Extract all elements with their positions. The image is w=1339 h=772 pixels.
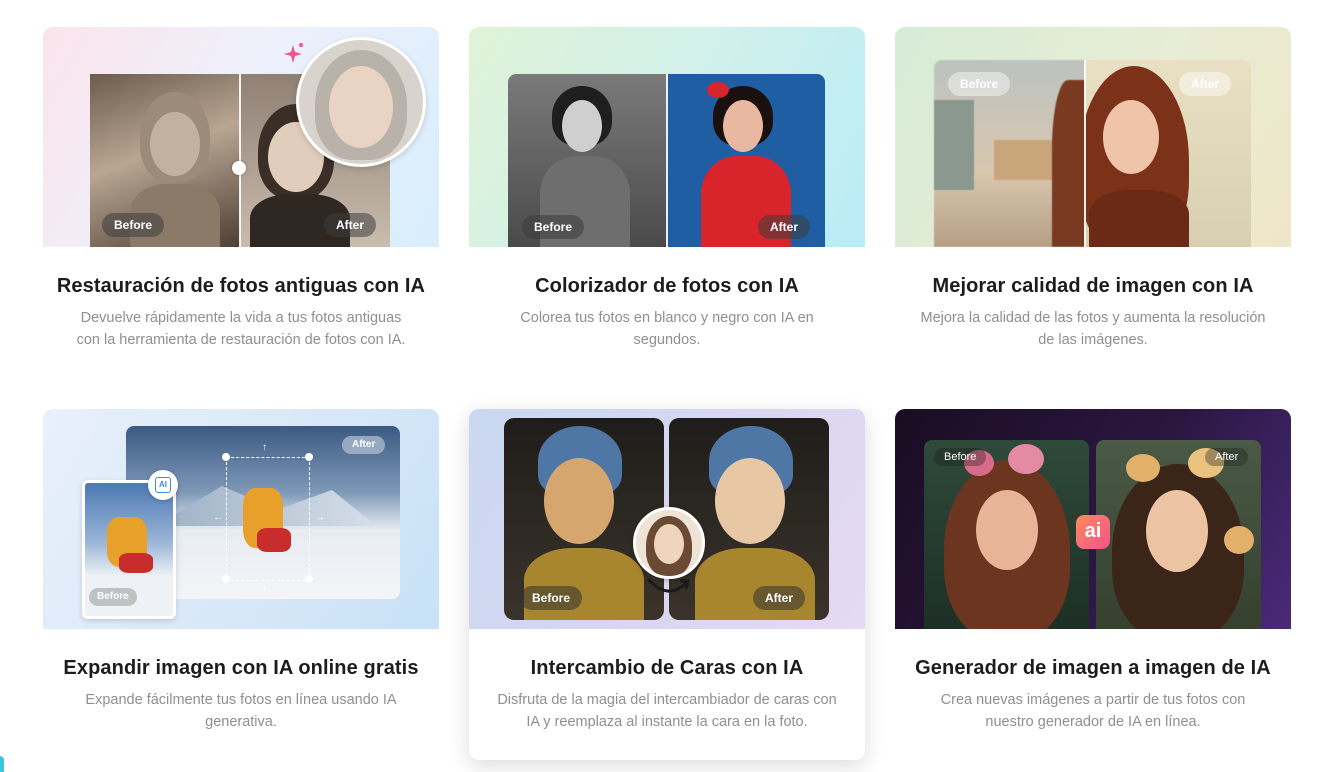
ai-badge-icon: ai xyxy=(1076,515,1110,549)
tool-card-photo-colorizer[interactable]: Before After Colorizador de fotos con IA… xyxy=(469,27,865,367)
card-description: Devuelve rápidamente la vida a tus fotos… xyxy=(76,310,406,348)
real-photo-before xyxy=(924,440,1089,629)
compare-divider[interactable] xyxy=(1084,60,1086,247)
after-label: After xyxy=(758,215,811,239)
card-description: Disfruta de la magia del intercambiador … xyxy=(497,692,837,730)
ai-expand-icon: AI xyxy=(148,470,178,500)
image-to-image-preview: ai Before After xyxy=(895,409,1291,629)
enhancer-preview-image: Before After xyxy=(895,27,1291,247)
card-title: Colorizador de fotos con IA xyxy=(535,275,799,297)
card-title: Generador de imagen a imagen de IA xyxy=(915,657,1271,679)
generated-art-after xyxy=(1096,440,1261,629)
after-label: After xyxy=(753,586,806,610)
before-label: Before xyxy=(102,213,165,237)
before-label: Before xyxy=(89,588,137,606)
tool-card-image-enhancer[interactable]: Before After Mejorar calidad de imagen c… xyxy=(895,27,1291,367)
card-description: Crea nuevas imágenes a partir de tus fot… xyxy=(940,692,1246,730)
card-title: Restauración de fotos antiguas con IA xyxy=(56,275,426,297)
arrow-right-icon: → xyxy=(315,512,325,523)
source-face-circle xyxy=(633,507,705,579)
tool-card-image-to-image[interactable]: ai Before After Generador de imagen a im… xyxy=(895,409,1291,749)
card-title: Mejorar calidad de imagen con IA xyxy=(932,275,1254,297)
page-edge-accent xyxy=(0,756,4,772)
card-description: Expande fácilmente tus fotos en línea us… xyxy=(85,692,397,730)
face-swap-preview-image: Before After xyxy=(469,409,865,629)
card-description: Mejora la calidad de las fotos y aumenta… xyxy=(920,310,1266,348)
restoration-preview-image: Before After xyxy=(43,27,439,247)
zoom-portrait-circle xyxy=(296,37,426,167)
colorizer-preview-image: Before After xyxy=(469,27,865,247)
compare-divider[interactable] xyxy=(666,74,668,247)
tool-card-photo-restoration[interactable]: Before After Restauración de fotos antig… xyxy=(43,27,439,367)
compare-handle[interactable] xyxy=(232,161,246,175)
selection-frame[interactable] xyxy=(226,457,310,581)
arrow-up-icon: ↑ xyxy=(262,442,267,453)
after-label: After xyxy=(324,213,377,237)
tool-card-image-expander[interactable]: ↑ ↓ ← → AI After Before Expandir imagen … xyxy=(43,409,439,749)
card-description: Colorea tus fotos en blanco y negro con … xyxy=(520,310,814,348)
sparkle-icon xyxy=(284,43,303,63)
tool-card-face-swap[interactable]: Before After Intercambio de Caras con IA… xyxy=(469,409,865,760)
after-label: After xyxy=(1205,448,1249,466)
arrow-left-icon: ← xyxy=(213,512,223,523)
before-label: Before xyxy=(934,448,987,466)
expander-preview-image: ↑ ↓ ← → AI After Before xyxy=(43,409,439,629)
arrow-down-icon: ↓ xyxy=(262,582,267,593)
after-label: After xyxy=(342,436,386,454)
swap-arrow-icon xyxy=(646,577,690,593)
after-label: After xyxy=(1179,72,1232,96)
before-label: Before xyxy=(522,215,585,239)
card-title: Intercambio de Caras con IA xyxy=(530,657,804,679)
before-label: Before xyxy=(948,72,1011,96)
card-title: Expandir imagen con IA online gratis xyxy=(63,657,419,679)
before-label: Before xyxy=(520,586,583,610)
